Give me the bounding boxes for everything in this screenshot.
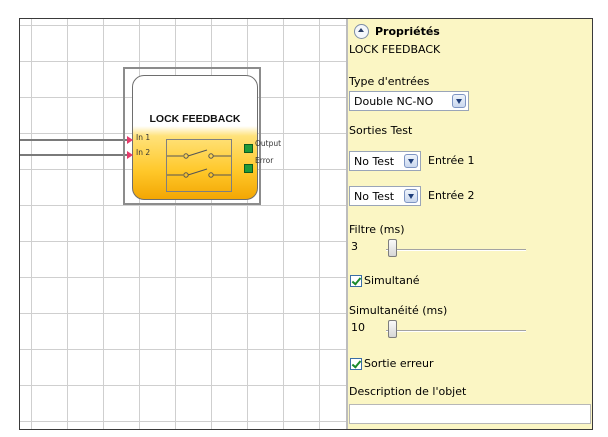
properties-panel: Propriétés LOCK FEEDBACK Type d'entrées …	[348, 19, 592, 429]
error-output-checkbox[interactable]	[350, 358, 362, 370]
input-type-select[interactable]: Double NC-NO	[349, 91, 469, 111]
simultaneity-label: Simultanéité (ms)	[349, 304, 448, 317]
properties-title: Propriétés	[375, 25, 440, 38]
filter-slider-thumb[interactable]	[388, 239, 397, 257]
block-title: LOCK FEEDBACK	[149, 113, 241, 125]
simultaneity-slider-track[interactable]	[386, 330, 526, 332]
test-input2-label: Entrée 2	[428, 189, 475, 202]
dropdown-arrow-icon[interactable]	[452, 94, 466, 108]
filter-label: Filtre (ms)	[349, 223, 405, 236]
error-label: Error	[255, 156, 274, 165]
input-wire-2	[20, 154, 127, 156]
test-outputs-label: Sorties Test	[349, 124, 413, 137]
input-type-label: Type d'entrées	[349, 75, 430, 88]
description-input[interactable]	[349, 404, 591, 424]
input-pin-2[interactable]	[127, 151, 133, 159]
simultaneity-value: 10	[351, 321, 365, 334]
output-label: Output	[255, 139, 282, 148]
description-label: Description de l'objet	[349, 385, 467, 398]
object-name: LOCK FEEDBACK	[349, 43, 441, 56]
test-input1-value: No Test	[354, 154, 395, 168]
switch-symbol	[166, 139, 232, 192]
error-pin[interactable]	[244, 164, 253, 173]
error-output-label: Sortie erreur	[364, 357, 434, 370]
input-type-value: Double NC-NO	[354, 94, 434, 108]
filter-value: 3	[351, 240, 358, 253]
dropdown-arrow-icon[interactable]	[404, 154, 418, 168]
input-pin-1[interactable]	[127, 136, 133, 144]
schematic-canvas[interactable]: LOCK FEEDBACK In 1 In 2 Output Error	[20, 19, 346, 429]
test-input1-label: Entrée 1	[428, 154, 475, 167]
test-input2-value: No Test	[354, 189, 395, 203]
test-input1-select[interactable]: No Test	[349, 151, 421, 171]
input-label-2: In 2	[136, 148, 151, 157]
input-label-1: In 1	[136, 133, 151, 142]
output-pin[interactable]	[244, 144, 253, 153]
simultaneous-label: Simultané	[364, 274, 420, 287]
simultaneous-checkbox[interactable]	[350, 275, 362, 287]
dropdown-arrow-icon[interactable]	[404, 189, 418, 203]
filter-slider-track[interactable]	[386, 249, 526, 251]
simultaneity-slider-thumb[interactable]	[388, 320, 397, 338]
editor-frame: LOCK FEEDBACK In 1 In 2 Output Error Pro…	[19, 18, 593, 430]
properties-header[interactable]: Propriétés	[354, 24, 440, 39]
input-wire-1	[20, 139, 127, 141]
collapse-chevron-icon[interactable]	[354, 24, 369, 39]
test-input2-select[interactable]: No Test	[349, 186, 421, 206]
